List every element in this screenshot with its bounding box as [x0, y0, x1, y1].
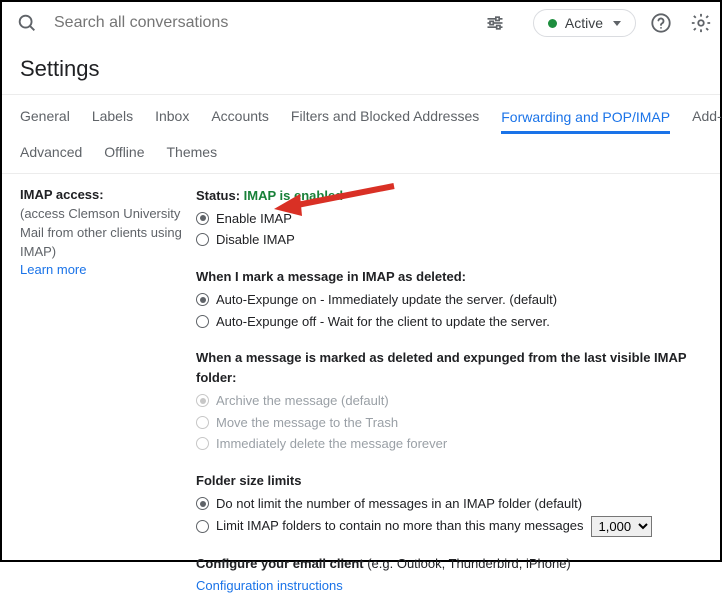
imap-access-desc: (access Clemson University Mail from oth… [20, 205, 182, 262]
option-label: Disable IMAP [216, 230, 295, 250]
page-title: Settings [2, 44, 720, 94]
option-label: Limit IMAP folders to contain no more th… [216, 516, 584, 536]
tab-offline[interactable]: Offline [104, 142, 144, 162]
option-label: Auto-Expunge on - Immediately update the… [216, 290, 557, 310]
tab-filters-and-blocked-addresses[interactable]: Filters and Blocked Addresses [291, 106, 479, 126]
top-bar: Active [2, 2, 720, 44]
expunge-delete-option: Immediately delete the message forever [196, 433, 714, 455]
search-input[interactable] [52, 13, 471, 33]
tab-inbox[interactable]: Inbox [155, 106, 189, 126]
tab-add-ons[interactable]: Add-ons [692, 106, 722, 126]
option-label: Enable IMAP [216, 209, 292, 229]
tab-labels[interactable]: Labels [92, 106, 133, 126]
tab-forwarding-and-pop-imap[interactable]: Forwarding and POP/IMAP [501, 107, 670, 134]
chevron-down-icon [613, 21, 621, 26]
expunge-archive-option: Archive the message (default) [196, 390, 714, 412]
option-label: Archive the message (default) [216, 391, 389, 411]
tab-general[interactable]: General [20, 106, 70, 126]
tune-icon[interactable] [485, 13, 505, 33]
status-chip-label: Active [565, 15, 603, 31]
radio-icon [196, 416, 209, 429]
radio-icon [196, 233, 209, 246]
folder-group-title: Folder size limits [196, 471, 714, 491]
radio-icon [196, 212, 209, 225]
expunge-group-title: When a message is marked as deleted and … [196, 348, 714, 387]
status-value: IMAP is enabled [244, 188, 343, 203]
folder-limit-select[interactable]: 1,000 [591, 516, 652, 537]
deleted-group-title: When I mark a message in IMAP as deleted… [196, 267, 714, 287]
search-box [8, 8, 513, 38]
tab-advanced[interactable]: Advanced [20, 142, 82, 162]
disable-imap-option[interactable]: Disable IMAP [196, 229, 714, 251]
tab-themes[interactable]: Themes [167, 142, 218, 162]
expunge-trash-option: Move the message to the Trash [196, 412, 714, 434]
folder-no-limit-option[interactable]: Do not limit the number of messages in a… [196, 493, 714, 515]
option-label: Immediately delete the message forever [216, 434, 447, 454]
option-label: Auto-Expunge off - Wait for the client t… [216, 312, 550, 332]
learn-more-link[interactable]: Learn more [20, 261, 182, 280]
search-icon[interactable] [16, 12, 38, 34]
tab-accounts[interactable]: Accounts [211, 106, 269, 126]
imap-access-heading: IMAP access: [20, 186, 182, 205]
imap-status: Status: IMAP is enabled [196, 186, 714, 206]
enable-imap-option[interactable]: Enable IMAP [196, 208, 714, 230]
folder-limit-option[interactable]: Limit IMAP folders to contain no more th… [196, 515, 714, 538]
tabs-bar: General Labels Inbox Accounts Filters and Bl… [2, 94, 720, 174]
radio-icon [196, 437, 209, 450]
auto-expunge-on-option[interactable]: Auto-Expunge on - Immediately update the… [196, 289, 714, 311]
status-dot-icon [548, 19, 557, 28]
radio-icon [196, 520, 209, 533]
option-label: Move the message to the Trash [216, 413, 398, 433]
section-body: Status: IMAP is enabled Enable IMAP Disa… [196, 182, 720, 596]
auto-expunge-off-option[interactable]: Auto-Expunge off - Wait for the client t… [196, 311, 714, 333]
gear-icon[interactable] [686, 8, 716, 38]
option-label: Do not limit the number of messages in a… [216, 494, 582, 514]
status-chip[interactable]: Active [533, 9, 636, 37]
configuration-instructions-link[interactable]: Configuration instructions [196, 578, 343, 593]
radio-icon [196, 293, 209, 306]
radio-icon [196, 497, 209, 510]
radio-icon [196, 315, 209, 328]
help-icon[interactable] [646, 8, 676, 38]
radio-icon [196, 394, 209, 407]
status-label: Status: [196, 188, 244, 203]
configure-title: Configure your email client (e.g. Outloo… [196, 554, 714, 574]
section-side: IMAP access: (access Clemson University … [20, 182, 196, 596]
